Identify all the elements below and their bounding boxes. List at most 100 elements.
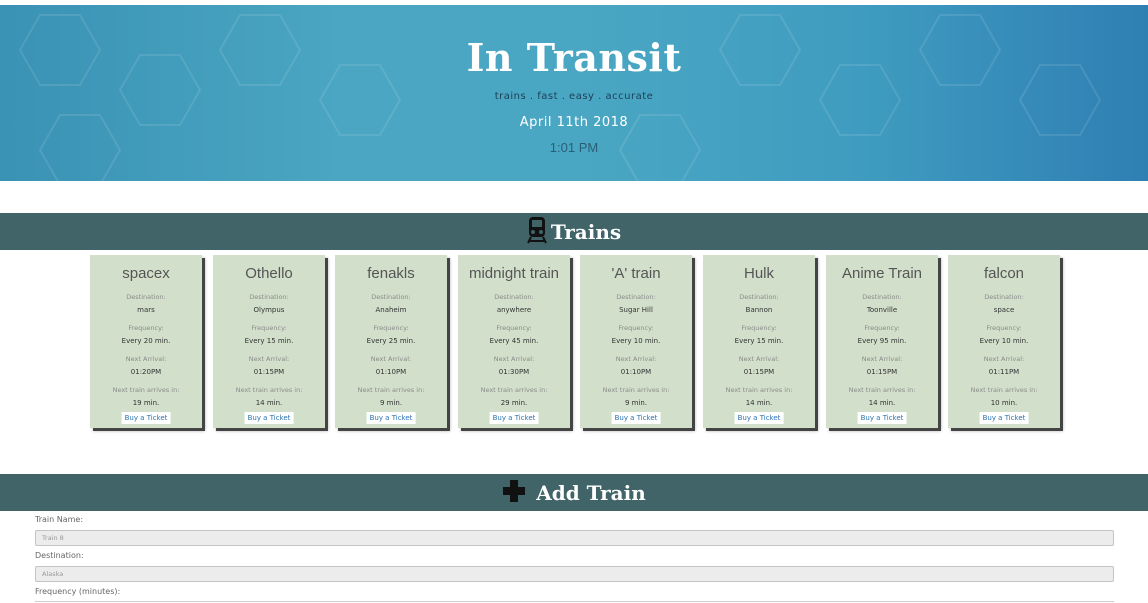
train-icon: [526, 216, 547, 248]
frequency-value: Every 25 min.: [366, 337, 416, 345]
train-name: 'A' train: [611, 265, 661, 282]
buy-ticket-button[interactable]: Buy a Ticket: [734, 412, 784, 424]
frequency-input[interactable]: [35, 601, 1114, 602]
frequency-label: Frequency:: [864, 324, 900, 332]
train-card: spacex Destination: mars Frequency: Every 20…: [90, 255, 202, 428]
buy-ticket-button[interactable]: Buy a Ticket: [244, 412, 294, 424]
destination-value: mars: [137, 306, 155, 314]
train-name-label: Train Name:: [35, 515, 84, 524]
destination-value: Toonville: [866, 306, 898, 314]
train-name-input[interactable]: Train 8: [35, 530, 1114, 546]
arrives-in-value: 9 min.: [624, 399, 648, 407]
next-arrival-value: 01:11PM: [988, 368, 1020, 376]
train-card: Anime Train Destination: Toonville Frequenc…: [826, 255, 938, 428]
next-arrival-label: Next Arrival:: [983, 355, 1025, 363]
next-arrival-value: 01:15PM: [743, 368, 775, 376]
frequency-label: Frequency:: [496, 324, 532, 332]
frequency-label: Frequency:: [618, 324, 654, 332]
destination-value: space: [993, 306, 1015, 314]
frequency-value: Every 20 min.: [121, 337, 171, 345]
next-arrival-label: Next Arrival:: [370, 355, 412, 363]
next-arrival-value: 01:10PM: [375, 368, 407, 376]
destination-value: anywhere: [496, 306, 532, 314]
train-name: fenakls: [367, 265, 415, 282]
arrives-in-label: Next train arrives in:: [602, 386, 670, 394]
trains-section-header: Trains: [0, 213, 1148, 250]
destination-value: Olympus: [253, 306, 285, 314]
destination-input[interactable]: Alaska: [35, 566, 1114, 582]
arrives-in-label: Next train arrives in:: [970, 386, 1038, 394]
next-arrival-label: Next Arrival:: [248, 355, 290, 363]
next-arrival-label: Next Arrival:: [738, 355, 780, 363]
plus-icon: [502, 479, 526, 507]
arrives-in-label: Next train arrives in:: [357, 386, 425, 394]
arrives-in-label: Next train arrives in:: [235, 386, 303, 394]
frequency-value: Every 10 min.: [611, 337, 661, 345]
buy-ticket-button[interactable]: Buy a Ticket: [489, 412, 539, 424]
frequency-label: Frequency:: [251, 324, 287, 332]
destination-label: Destination:: [371, 293, 411, 301]
next-arrival-value: 01:15PM: [253, 368, 285, 376]
arrives-in-label: Next train arrives in:: [480, 386, 548, 394]
destination-label: Destination:: [126, 293, 166, 301]
current-time: 1:01 PM: [549, 140, 599, 155]
frequency-label: Frequency:: [373, 324, 409, 332]
train-card: midnight train Destination: anywhere Freque…: [458, 255, 570, 428]
train-card: 'A' train Destination: Sugar Hill Frequency…: [580, 255, 692, 428]
train-card: falcon Destination: space Frequency: Every 1…: [948, 255, 1060, 428]
frequency-label: Frequency:: [128, 324, 164, 332]
next-arrival-value: 01:15PM: [866, 368, 898, 376]
arrives-in-label: Next train arrives in:: [112, 386, 180, 394]
next-arrival-label: Next Arrival:: [615, 355, 657, 363]
frequency-value: Every 45 min.: [489, 337, 539, 345]
hero-header: In Transit trains . fast . easy . accura…: [0, 5, 1148, 181]
frequency-value: Every 15 min.: [734, 337, 784, 345]
destination-label: Destination:: [984, 293, 1024, 301]
destination-value: Anaheim: [375, 306, 407, 314]
buy-ticket-button[interactable]: Buy a Ticket: [979, 412, 1029, 424]
arrives-in-value: 14 min.: [255, 399, 283, 407]
next-arrival-label: Next Arrival:: [861, 355, 903, 363]
buy-ticket-button[interactable]: Buy a Ticket: [611, 412, 661, 424]
current-date: April 11th 2018: [519, 115, 629, 130]
next-arrival-value: 01:30PM: [498, 368, 530, 376]
arrives-in-value: 29 min.: [500, 399, 528, 407]
frequency-value: Every 10 min.: [979, 337, 1029, 345]
next-arrival-value: 01:10PM: [620, 368, 652, 376]
train-name: Othello: [245, 265, 293, 282]
destination-label: Destination:: [35, 551, 84, 560]
destination-label: Destination:: [862, 293, 902, 301]
destination-label: Destination:: [494, 293, 534, 301]
add-train-section-header: Add Train: [0, 474, 1148, 511]
train-name: Hulk: [743, 265, 774, 282]
next-arrival-label: Next Arrival:: [125, 355, 167, 363]
buy-ticket-button[interactable]: Buy a Ticket: [121, 412, 171, 424]
arrives-in-value: 9 min.: [379, 399, 403, 407]
frequency-label: Frequency:: [741, 324, 777, 332]
arrives-in-label: Next train arrives in:: [848, 386, 916, 394]
train-card: Hulk Destination: Bannon Frequency: Every 15…: [703, 255, 815, 428]
frequency-label: Frequency:: [986, 324, 1022, 332]
frequency-value: Every 95 min.: [857, 337, 907, 345]
frequency-value: Every 15 min.: [244, 337, 294, 345]
arrives-in-value: 14 min.: [868, 399, 896, 407]
destination-label: Destination:: [616, 293, 656, 301]
arrives-in-value: 10 min.: [990, 399, 1018, 407]
arrives-in-value: 19 min.: [132, 399, 160, 407]
buy-ticket-button[interactable]: Buy a Ticket: [857, 412, 907, 424]
train-card: Othello Destination: Olympus Frequency: Ever…: [213, 255, 325, 428]
train-name: spacex: [122, 265, 170, 282]
train-card: fenakls Destination: Anaheim Frequency: Ever…: [335, 255, 447, 428]
arrives-in-value: 14 min.: [745, 399, 773, 407]
frequency-label: Frequency (minutes):: [35, 587, 121, 596]
destination-value: Sugar Hill: [619, 306, 653, 314]
destination-label: Destination:: [739, 293, 779, 301]
page-title: In Transit: [466, 35, 682, 80]
add-train-title: Add Train: [536, 480, 646, 505]
train-name: falcon: [983, 265, 1025, 282]
train-cards: spacex Destination: mars Frequency: Every 20…: [90, 255, 1070, 430]
buy-ticket-button[interactable]: Buy a Ticket: [366, 412, 416, 424]
trains-title: Trains: [550, 219, 622, 244]
arrives-in-label: Next train arrives in:: [725, 386, 793, 394]
train-name: Anime Train: [841, 265, 923, 282]
